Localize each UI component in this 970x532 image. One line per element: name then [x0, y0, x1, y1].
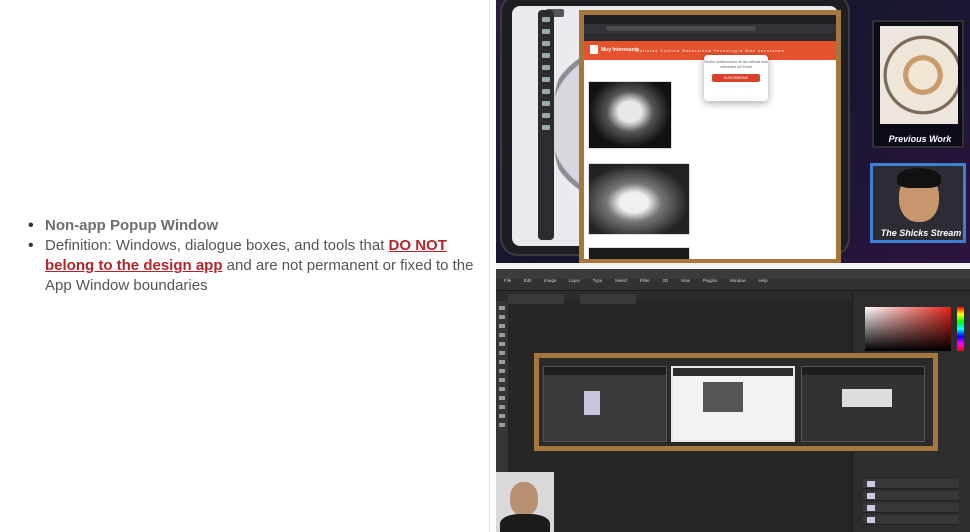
streamer-face	[897, 168, 941, 222]
stream-screenshot-top: Fotografía de fantasmas Muy Interesante …	[496, 0, 970, 263]
document-tab-2[interactable]	[580, 294, 637, 304]
menu-layer[interactable]: Layer	[569, 276, 580, 286]
popup-text: Recibir notificaciones de las noticias m…	[704, 60, 768, 69]
layer-row[interactable]	[863, 491, 959, 501]
ghost-photo-2[interactable]	[588, 163, 690, 235]
menu-3d[interactable]: 3D	[662, 276, 668, 286]
bullet-definition: Definition: Windows, dialogue boxes, and…	[26, 236, 478, 296]
previous-work-caption: Previous Work	[888, 134, 952, 144]
window-switcher	[534, 353, 938, 451]
artwork-image	[880, 26, 958, 124]
photoshop-menubar: File Edit Image Layer Type Select Filter…	[496, 269, 970, 283]
subscribe-button[interactable]: SUSCRIBIRME	[712, 74, 760, 82]
type-tool-icon[interactable]	[499, 396, 505, 400]
presenter-webcam	[496, 472, 554, 532]
brush-tool-icon[interactable]	[499, 351, 505, 355]
bullet-title: Non-app Popup Window	[26, 216, 478, 236]
stamp-tool-icon[interactable]	[499, 360, 505, 364]
menu-help[interactable]: Help	[758, 276, 767, 286]
pen-tool-icon[interactable]	[499, 387, 505, 391]
ghost-photo-1[interactable]	[588, 81, 672, 149]
move-tool-icon[interactable]	[499, 306, 505, 310]
eraser-icon[interactable]	[542, 41, 550, 46]
stream-screenshot-bottom: File Edit Image Layer Type Select Filter…	[496, 269, 970, 532]
stream-caption: The Shicks Stream	[880, 228, 962, 238]
text-panel: Non-app Popup Window Definition: Windows…	[0, 0, 486, 532]
window-title-bar	[802, 367, 924, 375]
marquee-tool-icon[interactable]	[499, 315, 505, 319]
presenter-body	[500, 514, 550, 532]
menu-select[interactable]: Select	[615, 276, 628, 286]
site-nav[interactable]: Noticias Cultura Naturaleza Tecnología M…	[636, 48, 785, 53]
switcher-window-obs[interactable]	[801, 366, 925, 442]
slide: Non-app Popup Window Definition: Windows…	[0, 0, 970, 532]
shape-tool-icon[interactable]	[499, 405, 505, 409]
window-preview	[842, 389, 892, 407]
menu-filter[interactable]: Filter	[640, 276, 650, 286]
notification-popup: Recibir notificaciones de las noticias m…	[704, 55, 768, 101]
url-field[interactable]	[606, 26, 756, 31]
previous-work-panel: Previous Work	[872, 20, 964, 148]
switcher-window-photoshop-doc[interactable]	[543, 366, 667, 442]
gradient-tool-icon[interactable]	[499, 378, 505, 382]
panel-divider	[489, 0, 490, 532]
menu-view[interactable]: View	[680, 276, 690, 286]
menu-type[interactable]: Type	[593, 276, 603, 286]
window-title-bar	[544, 367, 666, 375]
layer-row[interactable]	[863, 503, 959, 513]
switcher-window-photoshop-active[interactable]	[671, 366, 795, 442]
presenter-face	[510, 482, 538, 516]
window-preview	[703, 382, 743, 412]
lasso-tool-icon[interactable]	[499, 324, 505, 328]
bookmarks-bar	[584, 33, 836, 41]
crop-tool-icon[interactable]	[499, 333, 505, 337]
color-picker[interactable]	[865, 307, 951, 351]
layer-row[interactable]	[863, 515, 959, 525]
ghost-photo-3[interactable]	[588, 247, 690, 259]
browser-tab-bar: Fotografía de fantasmas	[584, 15, 836, 29]
definition-prefix: Definition: Windows, dialogue boxes, and…	[45, 237, 389, 254]
zoom-tool-icon[interactable]	[499, 423, 505, 427]
window-title-bar	[673, 368, 793, 376]
layer-row[interactable]	[863, 479, 959, 489]
site-logo[interactable]: Muy Interesante	[590, 45, 639, 54]
document-tab-1[interactable]	[508, 294, 564, 304]
menu-window[interactable]: Window	[730, 276, 746, 286]
drawing-toolbar	[538, 10, 554, 240]
menu-plugins[interactable]: Plugins	[703, 276, 718, 286]
menu-image[interactable]: Image	[544, 276, 557, 286]
hue-slider[interactable]	[957, 307, 964, 351]
color-icon[interactable]	[542, 101, 550, 106]
bullet-list: Non-app Popup Window Definition: Windows…	[26, 216, 478, 296]
menu-file[interactable]: File	[504, 276, 511, 286]
select-icon[interactable]	[542, 65, 550, 70]
smudge-icon[interactable]	[542, 53, 550, 58]
popup-browser-window[interactable]: Fotografía de fantasmas Muy Interesante …	[579, 10, 841, 263]
browser-address-bar[interactable]	[584, 24, 836, 33]
window-preview	[584, 391, 600, 415]
pencil-icon[interactable]	[542, 29, 550, 34]
layers-icon[interactable]	[542, 89, 550, 94]
brush-icon[interactable]	[542, 17, 550, 22]
move-icon[interactable]	[542, 77, 550, 82]
menu-edit[interactable]: Edit	[524, 276, 532, 286]
eyedropper-tool-icon[interactable]	[499, 342, 505, 346]
redo-icon[interactable]	[542, 125, 550, 130]
hand-tool-icon[interactable]	[499, 414, 505, 418]
undo-icon[interactable]	[542, 113, 550, 118]
streamer-webcam: The Shicks Stream	[870, 163, 966, 243]
eraser-tool-icon[interactable]	[499, 369, 505, 373]
